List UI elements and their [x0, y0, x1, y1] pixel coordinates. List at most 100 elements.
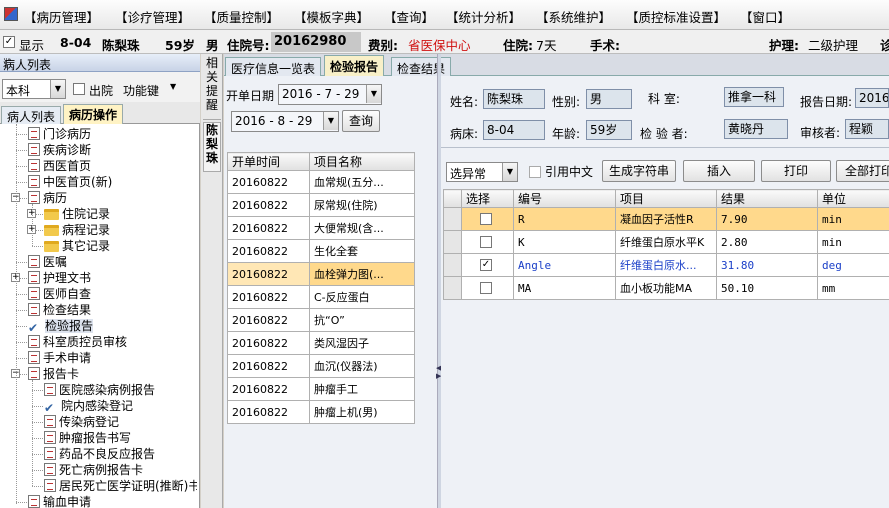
tree-item[interactable]: 门诊病历	[28, 126, 91, 142]
tree-item[interactable]: 科室质控员审核	[28, 334, 127, 350]
result-filter-select[interactable]: 选异常 ▼	[446, 162, 518, 182]
date-to-value: 2016 - 8 - 29	[235, 114, 313, 128]
menu-template-dict[interactable]: 【模板字典】	[294, 7, 369, 26]
tab-lab-report[interactable]: 检验报告	[324, 55, 385, 76]
patient-info-bar: ✓ 显示 8-04 陈梨珠 59岁 男 住院号: 20162980 费别: 省医…	[0, 30, 889, 54]
tree-connector	[32, 204, 33, 246]
menu-system-maintenance[interactable]: 【系统维护】	[536, 7, 611, 26]
item-cell: 血小板功能MA	[615, 276, 717, 300]
menu-quality-control[interactable]: 【质量控制】	[204, 7, 279, 26]
column-header-select[interactable]: 选择	[461, 189, 514, 208]
menu-query[interactable]: 【查询】	[384, 7, 434, 26]
query-button[interactable]: 查询	[342, 110, 380, 132]
order-row[interactable]: 20160822 肿瘤上机(男)	[227, 400, 415, 424]
tab-medical-info[interactable]: 医疗信息一览表	[225, 57, 322, 76]
show-checkbox[interactable]: ✓	[3, 36, 15, 48]
date-from-picker[interactable]: 2016 - 7 - 29 ▼	[278, 84, 382, 105]
column-header-order-time[interactable]: 开单时间	[227, 152, 310, 171]
tree-item[interactable]: 死亡病例报告卡	[44, 462, 143, 478]
discharged-checkbox[interactable]	[73, 83, 85, 95]
quote-chinese-checkbox[interactable]	[529, 166, 541, 178]
column-header-code[interactable]: 编号	[513, 189, 616, 208]
menu-qc-standard[interactable]: 【质控标准设置】	[626, 7, 726, 26]
tree-item[interactable]: 病历	[28, 190, 67, 206]
row-select-checkbox[interactable]: ✓	[480, 259, 492, 271]
document-icon	[28, 255, 40, 268]
row-select-checkbox[interactable]	[480, 213, 492, 225]
result-row[interactable]: ✓ Angle 纤维蛋白原水... 31.80 deg	[443, 253, 889, 277]
result-row[interactable]: R 凝血因子活性R 7.90 min	[443, 207, 889, 231]
tab-patient-list[interactable]: 病人列表	[1, 106, 62, 124]
tree-connector	[32, 246, 43, 247]
tab-record-operations[interactable]: 病历操作	[63, 104, 124, 124]
report-inspector-field: 黄晓丹	[724, 119, 788, 139]
menu-diagnosis[interactable]: 【诊疗管理】	[115, 7, 190, 26]
tree-item[interactable]: 病程记录	[44, 222, 110, 238]
result-row[interactable]: MA 血小板功能MA 50.10 mm	[443, 276, 889, 300]
tree-item[interactable]: ✔ 院内感染登记	[44, 398, 133, 415]
generate-string-button[interactable]: 生成字符串	[602, 160, 676, 182]
tree-item[interactable]: 中医首页(新)	[28, 174, 112, 190]
chevron-down-icon[interactable]: ▼	[170, 82, 176, 91]
column-header-item-name[interactable]: 项目名称	[309, 152, 415, 171]
tree-item-label: 肿瘤报告书写	[59, 431, 132, 445]
tree-item[interactable]: 手术申请	[28, 350, 91, 366]
tree-item[interactable]: 疾病诊断	[28, 142, 91, 158]
order-row[interactable]: 20160822 生化全套	[227, 239, 415, 263]
document-icon	[28, 159, 40, 172]
patient-sex: 男	[206, 38, 219, 53]
result-cell: 2.80	[716, 230, 818, 254]
order-item-cell: 尿常规(住院)	[309, 193, 415, 217]
print-all-button[interactable]: 全部打印	[836, 160, 889, 182]
tree-item[interactable]: 医嘱	[28, 254, 67, 270]
order-row[interactable]: 20160822 大便常规(含...	[227, 216, 415, 240]
tree-item[interactable]: 检查结果	[28, 302, 91, 318]
date-to-picker[interactable]: 2016 - 8 - 29 ▼	[231, 111, 339, 132]
quote-chinese-label: 引用中文	[545, 165, 594, 179]
order-row[interactable]: 20160822 类风湿因子	[227, 331, 415, 355]
column-header-result[interactable]: 结果	[716, 189, 818, 208]
department-select[interactable]: 本科 ▼	[2, 79, 66, 99]
column-header-item[interactable]: 项目	[615, 189, 717, 208]
department-value: 本科	[6, 84, 31, 98]
tree-item[interactable]: 西医首页	[28, 158, 91, 174]
print-button[interactable]: 打印	[761, 160, 831, 182]
menu-window[interactable]: 【窗口】	[740, 7, 790, 26]
tree-connector	[32, 470, 43, 471]
divider	[441, 147, 889, 148]
insert-button[interactable]: 插入	[683, 160, 755, 182]
tree-item[interactable]: 医院感染病例报告	[44, 382, 155, 398]
order-row[interactable]: 20160822 肿瘤手工	[227, 377, 415, 401]
row-select-checkbox[interactable]	[480, 282, 492, 294]
order-row[interactable]: 20160822 血栓弹力图(...	[227, 262, 415, 286]
tree-item[interactable]: 药品不良反应报告	[44, 446, 155, 462]
tree-item[interactable]: ✔ 检验报告	[28, 318, 94, 335]
order-row[interactable]: 20160822 C-反应蛋白	[227, 285, 415, 309]
order-item-cell: 抗“O”	[309, 308, 415, 332]
menu-statistics[interactable]: 【统计分析】	[446, 7, 521, 26]
order-row[interactable]: 20160822 血常规(五分...	[227, 170, 415, 194]
tree-item[interactable]: 肿瘤报告书写	[44, 430, 131, 446]
document-icon	[44, 447, 56, 460]
result-row[interactable]: K 纤维蛋白原水平K 2.80 min	[443, 230, 889, 254]
tree-item[interactable]: 医师自查	[28, 286, 91, 302]
function-key-button[interactable]: 功能键	[123, 82, 159, 99]
tree-item[interactable]: 报告卡	[28, 366, 79, 382]
tab-related-reminder[interactable]: 相关提醒	[203, 56, 221, 120]
tree-item[interactable]: 其它记录	[44, 238, 110, 254]
order-row[interactable]: 20160822 血沉(仪器法)	[227, 354, 415, 378]
surgery-label: 手术:	[590, 38, 620, 53]
tab-exam-results[interactable]: 检查结果	[391, 57, 452, 76]
row-select-checkbox[interactable]	[480, 236, 492, 248]
pin-icon[interactable]: ᛘ	[3, 56, 196, 70]
order-row[interactable]: 20160822 抗“O”	[227, 308, 415, 332]
tree-item[interactable]: 传染病登记	[44, 414, 119, 430]
tree-item[interactable]: 输血申请	[28, 494, 91, 508]
tree-item[interactable]: 护理文书	[28, 270, 91, 286]
column-header-unit[interactable]: 单位	[817, 189, 889, 208]
order-row[interactable]: 20160822 尿常规(住院)	[227, 193, 415, 217]
menu-medical-records[interactable]: 【病历管理】	[24, 7, 99, 26]
tree-item[interactable]: 居民死亡医学证明(推断)书	[44, 478, 197, 494]
tree-item[interactable]: 住院记录	[44, 206, 110, 222]
tab-patient-name[interactable]: 陈梨珠	[203, 122, 221, 172]
